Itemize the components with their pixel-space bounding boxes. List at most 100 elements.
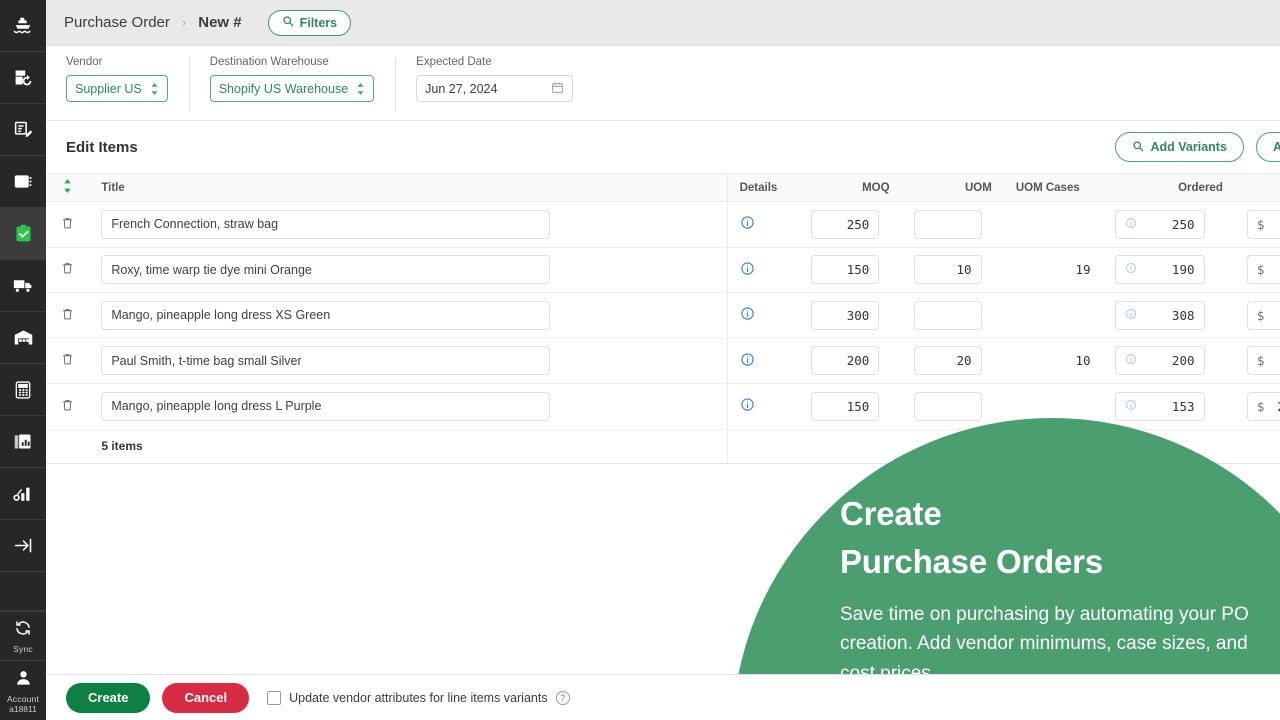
ship-wave-icon [12,15,34,37]
currency-symbol: $ [1257,217,1265,232]
add-variants-button[interactable]: Add Variants [1115,132,1244,162]
destination-filter-group: Destination Warehouse Shopify US Warehou… [190,56,396,114]
delete-row-icon[interactable] [61,310,74,324]
row-ordered-input[interactable]: 190 [1115,255,1205,284]
row-title-input[interactable]: Paul Smith, t-time bag small Silver [101,346,550,375]
row-details-icon[interactable] [740,265,755,279]
bottom-action-bar: Create Cancel Update vendor attributes f… [46,674,1280,720]
currency-symbol: $ [1257,262,1265,277]
breadcrumb-root[interactable]: Purchase Order [64,14,170,31]
row-moq-input[interactable]: 150 [811,392,879,421]
vendor-select[interactable]: Supplier US [66,75,168,102]
filters-button[interactable]: Filters [268,10,352,36]
footer-items-count: 5 items [89,429,727,463]
create-button[interactable]: Create [66,683,150,713]
row-uom-cases-value: 10 [1004,338,1103,384]
row-unit-price-input[interactable]: $9.4 [1247,301,1280,330]
row-ordered-input[interactable]: 308 [1115,301,1205,330]
row-ordered-input[interactable]: 250 [1115,210,1205,239]
search-icon [1132,140,1144,155]
row-ordered-value: 308 [1172,308,1195,323]
col-ordered-header[interactable]: Ordered [1103,174,1235,202]
ordered-info-icon [1125,308,1137,323]
sidebar-item-orders[interactable] [0,104,46,156]
row-unit-price-input[interactable]: $6.48 [1247,210,1280,239]
vendor-filter-group: Vendor Supplier US [46,56,190,114]
row-ordered-input[interactable]: 153 [1115,392,1205,421]
row-details-icon[interactable] [740,401,755,415]
row-details-icon[interactable] [740,310,755,324]
currency-symbol: $ [1257,399,1265,414]
row-title-input[interactable]: Mango, pineapple long dress XS Green [101,301,550,330]
update-vendor-attributes-checkbox[interactable] [267,691,281,705]
row-uom-input[interactable] [914,210,982,239]
row-title-input[interactable]: French Connection, straw bag [101,210,550,239]
row-uom-input[interactable] [914,301,982,330]
report-stack-icon [13,431,34,452]
row-moq-input[interactable]: 300 [811,301,879,330]
calculator-icon [13,380,33,400]
updown-chevron-icon [356,82,365,96]
sidebar-item-reports[interactable] [0,416,46,468]
delete-row-icon[interactable] [61,264,74,278]
row-uom-cases-value: 19 [1004,247,1103,293]
ordered-info-icon [1125,353,1137,368]
ordered-info-icon [1125,399,1137,414]
col-moq-header[interactable]: MOQ [799,174,901,202]
sidebar-item-analytics[interactable] [0,468,46,520]
sidebar-item-logo[interactable] [0,0,46,52]
delete-row-icon[interactable] [61,219,74,233]
row-details-icon[interactable] [740,219,755,233]
expected-date-label: Expected Date [416,56,573,68]
row-moq-input[interactable]: 150 [811,255,879,284]
table-row: Roxy, time warp tie dye mini Orange 150 … [46,247,1280,293]
row-unit-price-input[interactable]: $21.78 [1247,392,1280,421]
calendar-icon[interactable] [551,81,564,97]
row-title-input[interactable]: Mango, pineapple long dress L Purple [101,392,550,421]
sidebar-item-accounting[interactable] [0,364,46,416]
sidebar-item-contacts[interactable] [0,156,46,208]
delete-row-icon[interactable] [61,401,74,415]
sidebar-sync[interactable]: Sync [0,611,46,660]
vendor-value: Supplier US [75,82,142,96]
cancel-button[interactable]: Cancel [162,683,249,713]
destination-select[interactable]: Shopify US Warehouse [210,75,374,102]
col-sort-header[interactable] [46,174,89,202]
account-avatar-icon [14,668,33,692]
sidebar-account-label: Account [7,694,39,704]
row-uom-cases-value [1004,202,1103,248]
row-uom-input[interactable]: 10 [914,255,982,284]
row-unit-price-input[interactable]: $27.6 [1247,255,1280,284]
sidebar-item-purchasing[interactable] [0,208,46,260]
help-icon[interactable]: ? [556,691,570,705]
row-uom-input[interactable] [914,392,982,421]
sidebar-item-shipping[interactable] [0,260,46,312]
row-details-icon[interactable] [740,356,755,370]
row-moq-input[interactable]: 200 [811,346,879,375]
sidebar-item-collapse[interactable] [0,520,46,572]
row-uom-input[interactable]: 20 [914,346,982,375]
breadcrumb-separator-icon: › [182,15,186,30]
add-from-vendor-button[interactable]: Add from Vendor [1256,132,1280,162]
contact-card-icon [13,171,34,192]
destination-label: Destination Warehouse [210,56,374,68]
form-edit-icon [13,119,34,140]
col-uom-cases-header[interactable]: UOM Cases [1004,174,1103,202]
sidebar-item-warehouse[interactable] [0,312,46,364]
updown-chevron-icon [150,82,159,96]
update-vendor-attributes-row[interactable]: Update vendor attributes for line items … [267,691,569,705]
col-unit-price-header[interactable]: Unit Price [1235,174,1280,202]
row-title-input[interactable]: Roxy, time warp tie dye mini Orange [101,255,550,284]
row-moq-input[interactable]: 250 [811,210,879,239]
expected-date-input[interactable]: Jun 27, 2024 [416,75,573,102]
sidebar-item-inventory[interactable] [0,52,46,104]
currency-symbol: $ [1257,353,1265,368]
sidebar-account[interactable]: Account a18811 [0,660,46,720]
col-uom-header[interactable]: UOM [902,174,1004,202]
col-details-header[interactable]: Details [727,174,799,202]
delete-row-icon[interactable] [61,355,74,369]
row-unit-price-input[interactable]: $7.52 [1247,346,1280,375]
ordered-info-icon [1125,217,1137,232]
row-ordered-input[interactable]: 200 [1115,346,1205,375]
col-title-header[interactable]: Title [89,174,727,202]
